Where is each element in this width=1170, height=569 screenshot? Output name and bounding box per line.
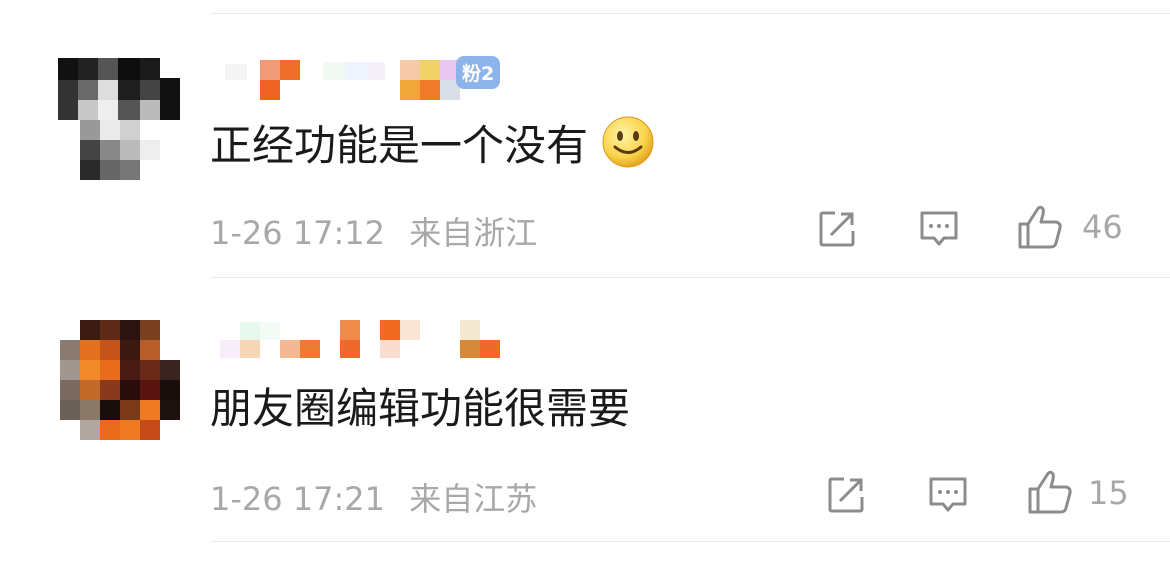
comment-divider (210, 277, 1170, 278)
comment-location: 来自江苏 (409, 480, 538, 518)
like-count: 15 (1088, 474, 1129, 512)
reply-icon[interactable] (926, 473, 970, 517)
share-icon[interactable] (824, 473, 868, 517)
comment-meta: 1-26 17:21 来自江苏 (210, 474, 537, 520)
comment-time: 1-26 17:21 (210, 480, 386, 518)
like-icon[interactable] (1025, 467, 1075, 517)
username-mosaic[interactable] (215, 318, 515, 368)
bottom-divider (210, 541, 1170, 542)
comment-text: 朋友圈编辑功能很需要 (210, 375, 630, 435)
comment-body: 朋友圈编辑功能很需要 (210, 383, 631, 433)
avatar[interactable] (40, 318, 190, 458)
comment-item: 朋友圈编辑功能很需要 1-26 17:21 来自江苏 15 (0, 0, 1170, 518)
